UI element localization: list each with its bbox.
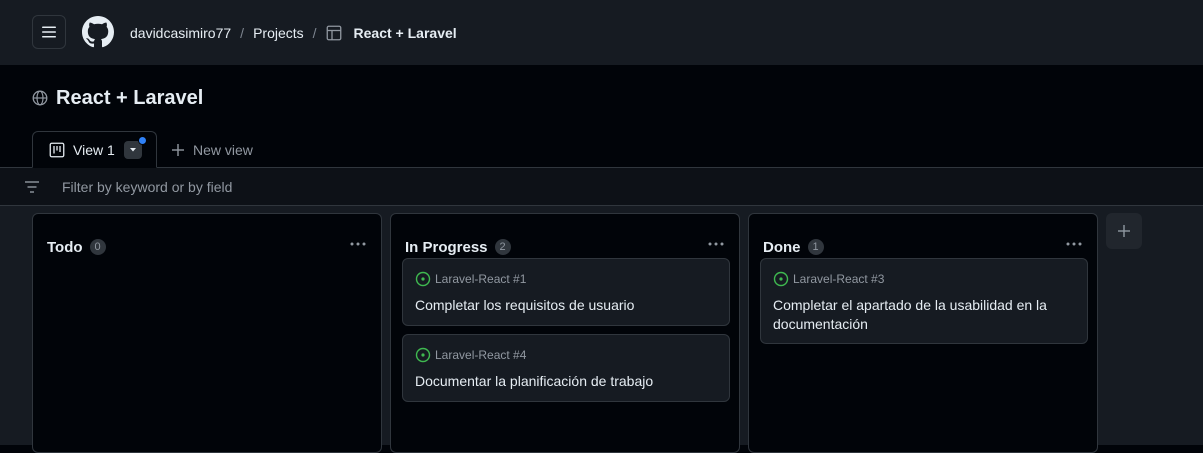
column-count-badge: 2 [494, 239, 511, 255]
issue-open-icon [415, 347, 431, 363]
top-bar: davidcasimiro77 / Projects / React + Lar… [0, 0, 1203, 65]
breadcrumb: davidcasimiro77 / Projects / React + Lar… [130, 24, 457, 42]
column-todo: Todo 0 [32, 213, 382, 453]
tab-view-1[interactable]: View 1 [32, 131, 157, 168]
column-header: In Progress 2 [405, 238, 511, 256]
kebab-icon[interactable] [1065, 238, 1083, 250]
table-icon [326, 25, 341, 41]
plus-icon [1118, 225, 1130, 237]
add-column-button[interactable] [1106, 213, 1142, 249]
column-title: Todo [47, 238, 83, 256]
triangle-down-icon [129, 147, 136, 151]
card-title[interactable]: Documentar la planificación de trabajo [415, 372, 715, 391]
card-ref-text[interactable]: Laravel-React #3 [793, 272, 884, 286]
breadcrumb-owner[interactable]: davidcasimiro77 [130, 25, 231, 41]
filter-input[interactable]: Filter by keyword or by field [62, 179, 232, 195]
new-view-label: New view [193, 141, 253, 158]
issue-card[interactable]: Laravel-React #1 Completar los requisito… [402, 258, 730, 326]
tab-view-1-label: View 1 [73, 141, 115, 158]
column-header: Done 1 [763, 238, 824, 256]
globe-icon [32, 90, 48, 106]
menu-button[interactable] [32, 15, 66, 49]
issue-open-icon [773, 271, 789, 287]
kebab-icon[interactable] [349, 238, 367, 250]
issue-open-icon [415, 271, 431, 287]
project-title-row: React + Laravel [32, 86, 203, 110]
filter-icon [25, 181, 39, 193]
view-options-dropdown[interactable] [123, 135, 147, 159]
hamburger-icon [42, 26, 56, 38]
issue-card[interactable]: Laravel-React #4 Documentar la planifica… [402, 334, 730, 402]
board-icon [49, 142, 65, 157]
card-title[interactable]: Completar los requisitos de usuario [415, 296, 715, 315]
column-title: In Progress [405, 238, 488, 256]
column-title: Done [763, 238, 801, 256]
new-view-button[interactable]: New view [171, 131, 253, 168]
card-ref-text[interactable]: Laravel-React #1 [435, 272, 526, 286]
column-header: Todo 0 [47, 238, 106, 256]
breadcrumb-projects[interactable]: Projects [253, 25, 304, 41]
breadcrumb-separator: / [312, 25, 317, 41]
column-done: Done 1 Laravel-React #3 Completar el apa… [748, 213, 1098, 453]
column-count-badge: 1 [807, 239, 824, 255]
kebab-icon[interactable] [707, 238, 725, 250]
page-title: React + Laravel [56, 86, 204, 109]
breadcrumb-current-project[interactable]: React + Laravel [326, 25, 457, 41]
card-reference: Laravel-React #4 [415, 347, 526, 363]
card-reference: Laravel-React #1 [415, 271, 526, 287]
card-reference: Laravel-React #3 [773, 271, 884, 287]
filter-bar[interactable]: Filter by keyword or by field [0, 168, 1203, 206]
column-count-badge: 0 [89, 239, 106, 255]
board: Todo 0 In Progress 2 Laravel-React #1 Co… [0, 206, 1203, 453]
issue-card[interactable]: Laravel-React #3 Completar el apartado d… [760, 258, 1088, 344]
card-title[interactable]: Completar el apartado de la usabilidad e… [773, 296, 1073, 334]
breadcrumb-project-label: React + Laravel [353, 25, 457, 41]
unsaved-changes-dot [137, 135, 147, 145]
card-ref-text[interactable]: Laravel-React #4 [435, 348, 526, 362]
column-in-progress: In Progress 2 Laravel-React #1 Completar… [390, 213, 740, 453]
view-tabs: View 1 New view [0, 131, 1203, 168]
breadcrumb-separator: / [240, 25, 245, 41]
plus-icon [172, 143, 184, 156]
github-logo-icon[interactable] [82, 16, 114, 48]
